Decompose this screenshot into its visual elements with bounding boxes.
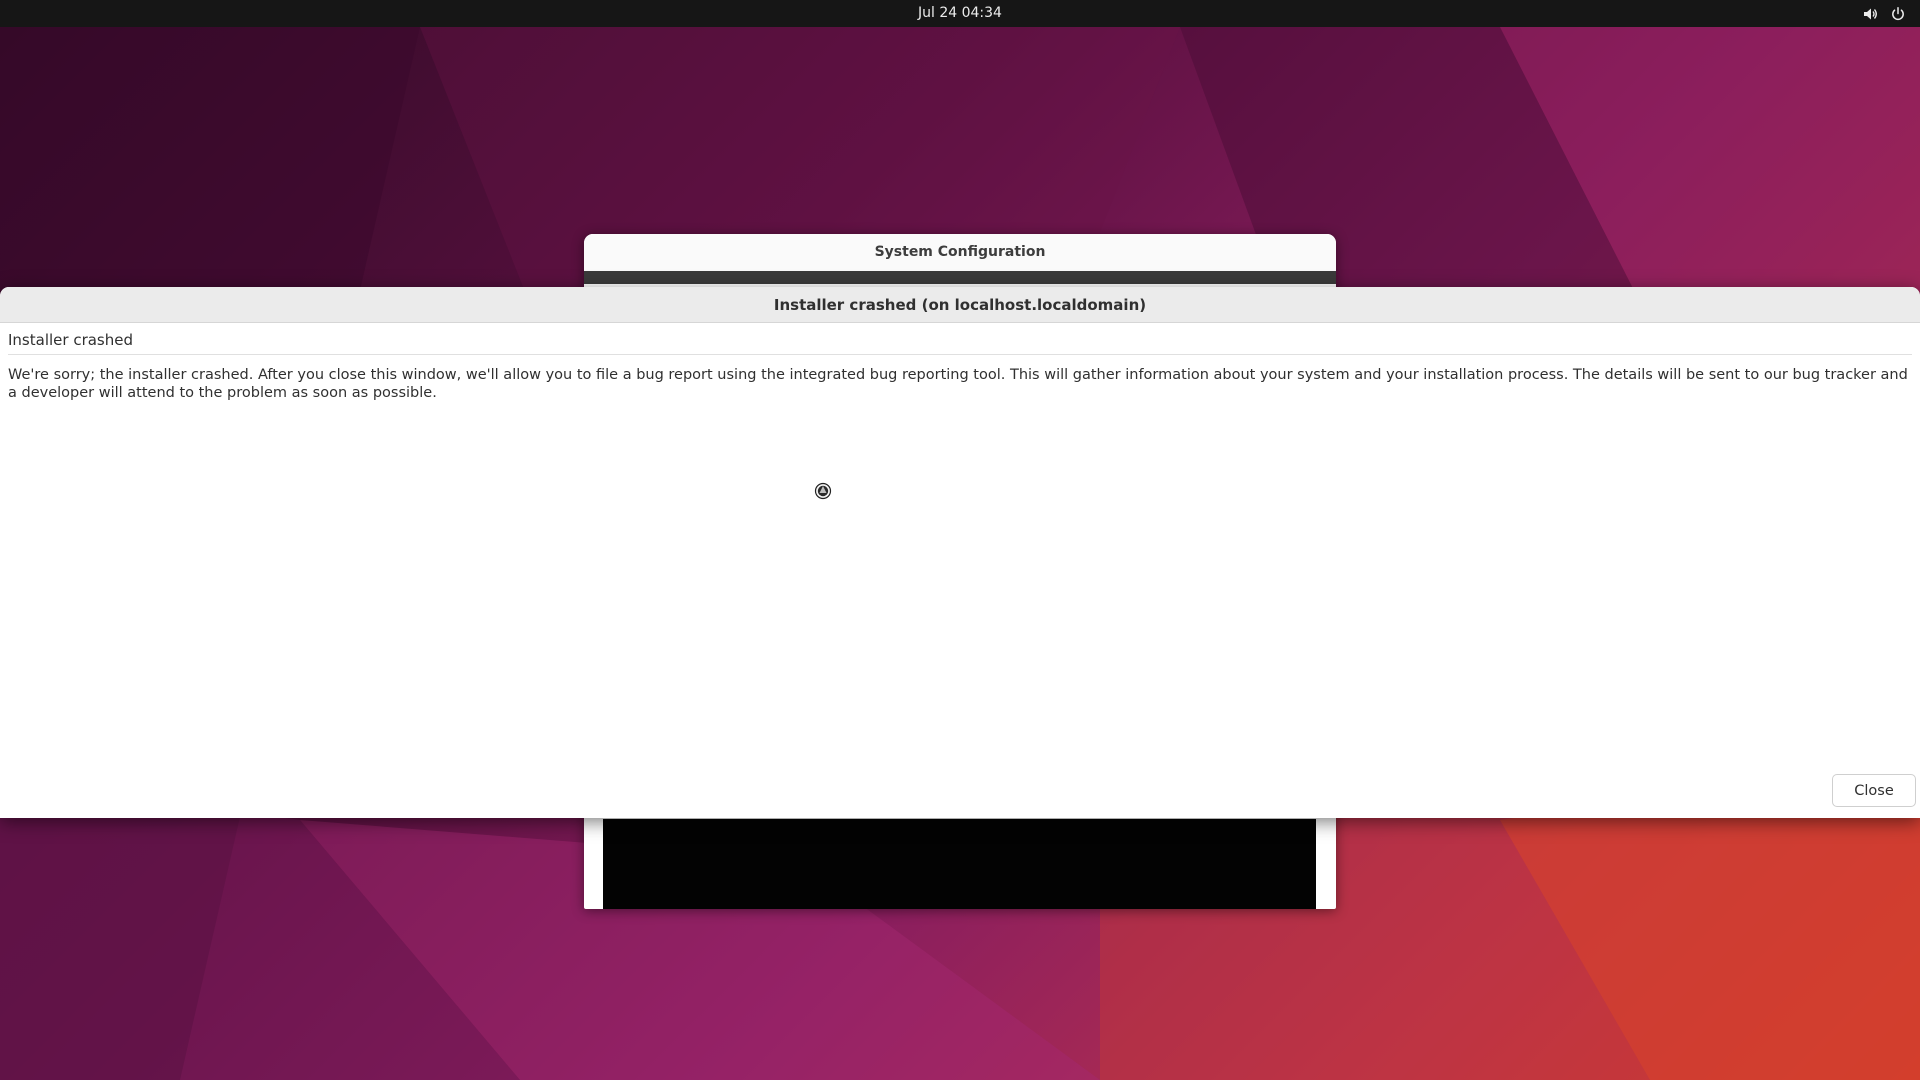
system-configuration-title: System Configuration — [584, 234, 1336, 271]
window-header-strip — [584, 271, 1336, 284]
clock[interactable]: Jul 24 04:34 — [918, 5, 1002, 21]
crash-heading: Installer crashed — [8, 331, 133, 349]
dialog-title: Installer crashed (on localhost.localdom… — [0, 287, 1920, 323]
speaker-icon[interactable] — [1862, 6, 1878, 22]
crash-message: We're sorry; the installer crashed. Afte… — [8, 367, 1908, 401]
busy-cursor-icon — [814, 482, 832, 504]
power-icon[interactable] — [1890, 6, 1906, 22]
installer-crashed-dialog: Installer crashed (on localhost.localdom… — [0, 287, 1920, 818]
close-button[interactable]: Close — [1832, 774, 1916, 807]
terminal-output — [603, 819, 1316, 909]
top-bar: Jul 24 04:34 — [0, 0, 1920, 27]
heading-divider — [8, 354, 1912, 355]
system-tray[interactable] — [1862, 0, 1906, 27]
